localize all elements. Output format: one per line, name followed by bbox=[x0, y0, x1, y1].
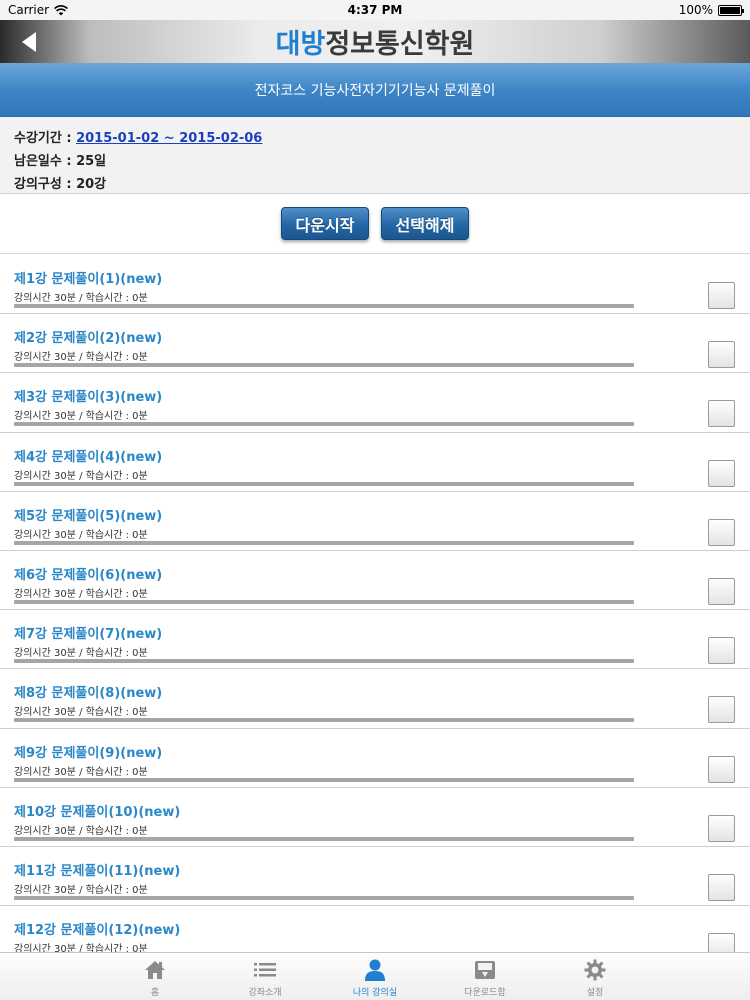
lecture-title[interactable]: 제11강 문제풀이(11)(new) bbox=[14, 860, 180, 879]
tab-settings[interactable]: 설정 bbox=[550, 953, 640, 1000]
lecture-progress-bar bbox=[14, 304, 634, 308]
lecture-meta: 강의시간 30분 / 학습시간 : 0분 bbox=[14, 766, 148, 778]
lecture-progress-bar bbox=[14, 895, 634, 900]
lecture-item[interactable]: 제8강 문제풀이(8)(new) 강의시간 30분 / 학습시간 : 0분 bbox=[0, 669, 750, 729]
lecture-progress-bar bbox=[14, 659, 634, 664]
lecture-title[interactable]: 제8강 문제풀이(8)(new) bbox=[14, 682, 162, 701]
lecture-select-checkbox[interactable] bbox=[708, 341, 735, 369]
lecture-item[interactable]: 제1강 문제풀이(1)(new) 강의시간 30분 / 학습시간 : 0분 bbox=[0, 255, 750, 315]
status-time: 4:37 PM bbox=[347, 3, 403, 17]
lecture-item[interactable]: 제5강 문제풀이(5)(new) 강의시간 30분 / 학습시간 : 0분 bbox=[0, 491, 750, 551]
tab-home-label: 홈 bbox=[150, 988, 160, 998]
lecture-meta: 강의시간 30분 / 학습시간 : 0분 bbox=[14, 293, 148, 304]
tab-course-intro[interactable]: 강좌소개 bbox=[220, 953, 310, 1000]
lecture-meta: 강의시간 30분 / 학습시간 : 0분 bbox=[14, 884, 148, 896]
lecture-select-checkbox[interactable] bbox=[708, 400, 735, 428]
deselect-button[interactable]: 선택해제 bbox=[381, 207, 469, 240]
nav-bar: 대방정보통신학원 bbox=[0, 20, 750, 63]
lecture-title[interactable]: 제3강 문제풀이(3)(new) bbox=[14, 386, 162, 405]
lecture-item[interactable]: 제3강 문제풀이(3)(new) 강의시간 30분 / 학습시간 : 0분 bbox=[0, 373, 750, 433]
lecture-title[interactable]: 제12강 문제풀이(12)(new) bbox=[14, 919, 180, 938]
lecture-select-checkbox[interactable] bbox=[708, 282, 735, 309]
lecture-meta: 강의시간 30분 / 학습시간 : 0분 bbox=[14, 529, 148, 541]
lecture-select-checkbox[interactable] bbox=[708, 696, 735, 724]
lecture-progress-bar bbox=[14, 481, 634, 486]
lecture-progress-bar bbox=[14, 836, 634, 841]
lecture-title[interactable]: 제5강 문제풀이(5)(new) bbox=[14, 505, 162, 524]
lecture-title[interactable]: 제4강 문제풀이(4)(new) bbox=[14, 446, 162, 465]
lecture-title[interactable]: 제9강 문제풀이(9)(new) bbox=[14, 742, 162, 761]
lecture-select-checkbox[interactable] bbox=[708, 755, 735, 783]
app-title-brand: 대방 bbox=[275, 29, 326, 60]
tab-settings-label: 설정 bbox=[586, 988, 604, 998]
download-box-icon bbox=[473, 958, 497, 982]
remaining-days: 남은일수 : 25일 bbox=[14, 154, 107, 169]
person-icon bbox=[363, 958, 387, 982]
lecture-item[interactable]: 제6강 문제풀이(6)(new) 강의시간 30분 / 학습시간 : 0분 bbox=[0, 550, 750, 611]
battery-percent: 100% bbox=[678, 3, 713, 17]
lecture-meta: 강의시간 30분 / 학습시간 : 0분 bbox=[14, 707, 148, 719]
lecture-select-checkbox[interactable] bbox=[708, 873, 735, 901]
lecture-item[interactable]: 제4강 문제풀이(4)(new) 강의시간 30분 / 학습시간 : 0분 bbox=[0, 432, 750, 492]
action-button-bar: 다운시작 선택해제 bbox=[0, 194, 750, 254]
lecture-meta: 강의시간 30분 / 학습시간 : 0분 bbox=[14, 352, 148, 364]
app-title-rest: 정보통신학원 bbox=[325, 29, 475, 60]
lecture-progress-bar bbox=[14, 422, 634, 427]
tab-my-classroom[interactable]: 나의 강의실 bbox=[330, 953, 420, 1000]
back-arrow-icon bbox=[22, 32, 36, 52]
lecture-title[interactable]: 제7강 문제풀이(7)(new) bbox=[14, 623, 162, 642]
lecture-select-checkbox[interactable] bbox=[708, 814, 735, 842]
lecture-progress-bar bbox=[14, 599, 634, 604]
app-title: 대방정보통신학원 bbox=[276, 22, 475, 61]
tab-downloads[interactable]: 다운로드함 bbox=[440, 953, 530, 1000]
course-title: 전자코스 기능사전자기기기능사 문제풀이 bbox=[254, 82, 496, 99]
tab-bar: 홈 강좌소개 나의 강의실 다운로드함 설정 bbox=[0, 952, 750, 1000]
lecture-item[interactable]: 제2강 문제풀이(2)(new) 강의시간 30분 / 학습시간 : 0분 bbox=[0, 314, 750, 374]
lecture-composition: 강의구성 : 20강 bbox=[14, 177, 107, 192]
home-icon bbox=[143, 958, 167, 982]
lecture-title[interactable]: 제1강 문제풀이(1)(new) bbox=[14, 268, 162, 287]
tab-my-classroom-label: 나의 강의실 bbox=[352, 988, 398, 998]
lecture-select-checkbox[interactable] bbox=[708, 518, 735, 546]
course-header: 전자코스 기능사전자기기기능사 문제풀이 bbox=[0, 63, 750, 117]
lecture-progress-bar bbox=[14, 718, 634, 723]
period-row: 수강기간 : 2015-01-02 ~ 2015-02-06 bbox=[14, 127, 750, 150]
period-label: 수강기간 : bbox=[14, 131, 77, 146]
lecture-select-checkbox[interactable] bbox=[708, 637, 735, 665]
lecture-title[interactable]: 제10강 문제풀이(10)(new) bbox=[14, 801, 180, 820]
period-link[interactable]: 2015-01-02 ~ 2015-02-06 bbox=[76, 131, 262, 146]
course-info-panel: 수강기간 : 2015-01-02 ~ 2015-02-06 남은일수 : 25… bbox=[0, 117, 750, 194]
tab-course-intro-label: 강좌소개 bbox=[248, 988, 282, 998]
status-bar: Carrier 4:37 PM 100% bbox=[0, 0, 750, 20]
lecture-meta: 강의시간 30분 / 학습시간 : 0분 bbox=[14, 588, 148, 600]
lecture-select-checkbox[interactable] bbox=[708, 577, 735, 605]
start-download-button[interactable]: 다운시작 bbox=[281, 207, 369, 240]
lecture-item[interactable]: 제10강 문제풀이(10)(new) 강의시간 30분 / 학습시간 : 0분 bbox=[0, 787, 750, 847]
list-icon bbox=[253, 958, 277, 982]
lecture-progress-bar bbox=[14, 777, 634, 782]
lecture-item[interactable]: 제12강 문제풀이(12)(new) 강의시간 30분 / 학습시간 : 0분 bbox=[0, 906, 750, 952]
lecture-select-checkbox[interactable] bbox=[708, 933, 735, 952]
status-right: 100% bbox=[678, 3, 744, 17]
lecture-meta: 강의시간 30분 / 학습시간 : 0분 bbox=[14, 470, 148, 482]
lecture-item[interactable]: 제7강 문제풀이(7)(new) 강의시간 30분 / 학습시간 : 0분 bbox=[0, 610, 750, 670]
tab-home[interactable]: 홈 bbox=[110, 953, 200, 1000]
lecture-progress-bar bbox=[14, 540, 634, 545]
gear-icon bbox=[583, 958, 607, 982]
lecture-list[interactable]: 제1강 문제풀이(1)(new) 강의시간 30분 / 학습시간 : 0분 제2강 … bbox=[0, 255, 750, 952]
lecture-meta: 강의시간 30분 / 학습시간 : 0분 bbox=[14, 944, 148, 952]
lecture-item[interactable]: 제9강 문제풀이(9)(new) 강의시간 30분 / 학습시간 : 0분 bbox=[0, 728, 750, 788]
tab-downloads-label: 다운로드함 bbox=[464, 988, 506, 998]
lecture-meta: 강의시간 30분 / 학습시간 : 0분 bbox=[14, 648, 148, 660]
battery-icon bbox=[718, 4, 744, 16]
lecture-title[interactable]: 제6강 문제풀이(6)(new) bbox=[14, 564, 162, 583]
lecture-meta: 강의시간 30분 / 학습시간 : 0분 bbox=[14, 411, 148, 423]
lecture-meta: 강의시간 30분 / 학습시간 : 0분 bbox=[14, 825, 148, 837]
lecture-title[interactable]: 제2강 문제풀이(2)(new) bbox=[14, 327, 162, 346]
lecture-progress-bar bbox=[14, 363, 634, 368]
lecture-item[interactable]: 제11강 문제풀이(11)(new) 강의시간 30분 / 학습시간 : 0분 bbox=[0, 846, 750, 907]
back-button[interactable] bbox=[14, 28, 44, 56]
lecture-select-checkbox[interactable] bbox=[708, 459, 735, 487]
